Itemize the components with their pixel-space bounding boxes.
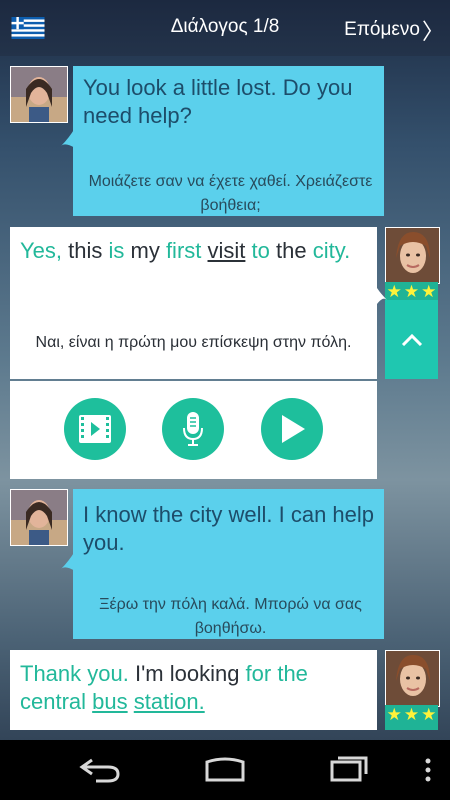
message-bubble-3: I know the city well. I can help you. Ξέ… — [73, 489, 384, 639]
avatar-learner — [385, 227, 440, 284]
star-icon: ★ — [386, 282, 402, 301]
play-button[interactable] — [261, 398, 323, 460]
word-this[interactable]: this — [62, 238, 108, 263]
avatar-guide — [10, 489, 68, 546]
top-bar: Διάλογος 1/8 Επόμενο 〉 — [0, 0, 450, 56]
word-station[interactable]: station. — [134, 689, 205, 714]
back-icon[interactable] — [78, 754, 122, 784]
message-greek-1: Μοιάζετε σαν να έχετε χαθεί. Χρειάζεστε … — [88, 173, 373, 214]
system-nav-bar — [0, 740, 450, 800]
play-icon — [282, 415, 305, 443]
word-visit[interactable]: visit — [208, 238, 246, 263]
message-bubble-4: Thank you. I'm looking for the central b… — [10, 650, 377, 730]
word-to[interactable]: to — [252, 238, 270, 263]
message-greek-3: Ξέρω την πόλη καλά. Μπορώ να σας βοηθήσω… — [99, 596, 362, 637]
message-english-1: You look a little lost. Do you need help… — [83, 75, 353, 128]
rating-stars: ★ ★ ★ — [385, 282, 438, 302]
word-my[interactable]: my — [124, 238, 166, 263]
video-icon — [79, 415, 111, 443]
word-thank-you[interactable]: Thank you. — [20, 661, 129, 686]
bubble-tail-1 — [61, 128, 75, 148]
word-yes[interactable]: Yes, — [20, 238, 62, 263]
word-is[interactable]: is — [108, 238, 124, 263]
avatar-learner — [385, 650, 440, 707]
bubble-tail-3 — [61, 551, 75, 571]
word-im-looking[interactable]: I'm looking — [129, 661, 246, 686]
message-greek-2: Ναι, είναι η πρώτη μου επίσκεψη στην πόλ… — [35, 334, 352, 351]
rating-stars: ★ ★ ★ — [385, 705, 438, 725]
collapse-button[interactable] — [385, 300, 438, 379]
chevron-up-icon — [401, 333, 422, 346]
message-english-2: Yes, this is my first visit to the city. — [20, 237, 360, 265]
star-icon: ★ — [421, 705, 437, 724]
message-english-3: I know the city well. I can help you. — [83, 502, 375, 555]
chevron-right-icon: 〉 — [421, 19, 444, 44]
star-icon: ★ — [403, 705, 420, 724]
message-bubble-1: You look a little lost. Do you need help… — [73, 66, 384, 216]
star-icon: ★ — [403, 282, 420, 301]
recent-apps-icon[interactable] — [328, 754, 370, 784]
word-first[interactable]: first — [166, 238, 201, 263]
microphone-icon — [183, 412, 203, 446]
bubble-edge — [385, 725, 438, 730]
word-the[interactable]: the — [270, 238, 307, 263]
next-label: Επόμενο — [344, 19, 420, 40]
message-english-4: Thank you. I'm looking for the central b… — [20, 660, 365, 716]
next-button[interactable]: Επόμενο 〉 — [344, 14, 444, 46]
word-bus[interactable]: bus — [92, 689, 127, 714]
star-icon: ★ — [386, 705, 402, 724]
message-bubble-2: Yes, this is my first visit to the city.… — [10, 227, 377, 379]
word-for-the[interactable]: for the — [246, 661, 308, 686]
star-icon: ★ — [421, 282, 437, 301]
menu-dots-icon[interactable] — [424, 758, 432, 782]
control-bar — [10, 381, 377, 479]
home-icon[interactable] — [201, 754, 249, 784]
word-city[interactable]: city. — [307, 238, 350, 263]
word-central[interactable]: central — [20, 689, 92, 714]
record-button[interactable] — [162, 398, 224, 460]
video-button[interactable] — [64, 398, 126, 460]
avatar-guide — [10, 66, 68, 123]
